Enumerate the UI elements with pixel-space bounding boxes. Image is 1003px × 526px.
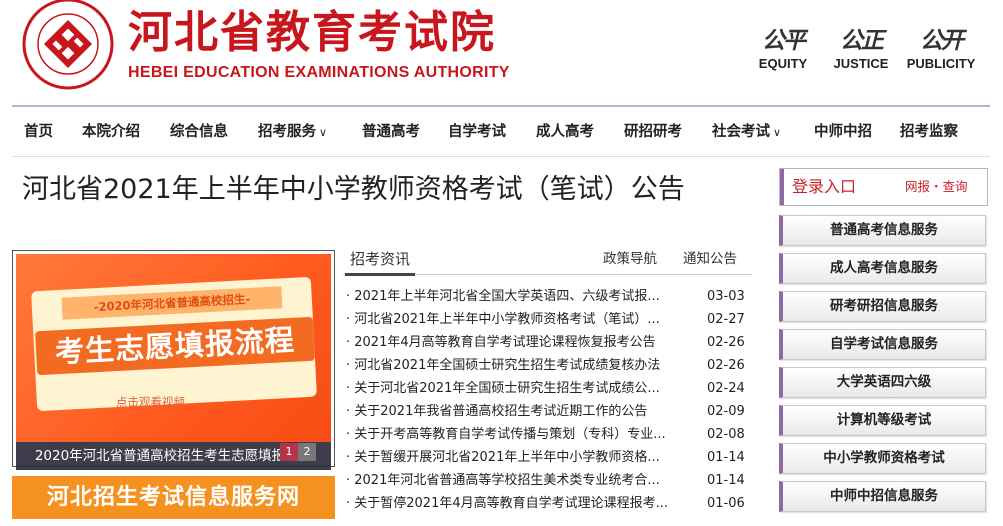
service-button-gaokao[interactable]: 普通高考信息服务 (779, 215, 986, 246)
logo-seal-icon[interactable] (22, 0, 114, 90)
news-date: 02-26 (707, 358, 745, 373)
pager-dot-2[interactable]: 2 (298, 443, 316, 461)
news-date: 02-24 (707, 381, 745, 396)
tab-policy[interactable]: 政策导航 (603, 248, 657, 270)
info-service-banner[interactable]: 河北招生考试信息服务网 (12, 476, 335, 519)
promo-subtitle: 点击观看视频 (116, 395, 185, 409)
nav-item-label: 研招研考 (624, 124, 682, 140)
nav-item-label: 首页 (24, 124, 53, 140)
service-button-graduate[interactable]: 研考研招信息服务 (779, 291, 986, 322)
news-title-link[interactable]: · 2021年4月高等教育自学考试理论课程恢复报考公告 (346, 331, 688, 354)
nav-item-home[interactable]: 首页 (24, 118, 53, 146)
nav-item-label: 招考监察 (900, 124, 958, 140)
news-tabs: 招考资讯 政策导航 通知公告 (343, 245, 752, 275)
nav-item-self-study[interactable]: 自学考试 (448, 118, 506, 146)
service-button-self-study[interactable]: 自学考试信息服务 (779, 329, 986, 360)
news-title-link[interactable]: · 关于暂缓开展河北省2021年上半年中小学教师资格... (346, 446, 688, 469)
service-button-secondary[interactable]: 中师中招信息服务 (779, 481, 986, 512)
tab-notices[interactable]: 通知公告 (683, 248, 737, 270)
nav-item-label: 社会考试 (712, 124, 770, 140)
list-item: · 2021年上半年河北省全国大学英语四、六级考试报... 03-03 (346, 285, 751, 308)
nav-item-general-info[interactable]: 综合信息 (170, 118, 228, 146)
news-title-link[interactable]: · 关于开考高等教育自学考试传播与策划（专科）专业... (346, 423, 688, 446)
service-button-computer[interactable]: 计算机等级考试 (779, 405, 986, 436)
nav-item-social-exams[interactable]: 社会考试 ∨ (712, 118, 781, 147)
site-title: 河北省教育考试院 (128, 7, 496, 58)
news-title-link[interactable]: · 关于暂停2021年4月高等教育自学考试理论课程报考... (346, 492, 688, 515)
news-date: 02-09 (707, 404, 745, 419)
list-item: · 关于暂停2021年4月高等教育自学考试理论课程报考... 01-06 (346, 492, 751, 515)
nav-item-label: 自学考试 (448, 124, 506, 140)
login-links[interactable]: 网报・查询 (905, 177, 968, 197)
service-button-adult[interactable]: 成人高考信息服务 (779, 253, 986, 284)
news-title-link[interactable]: · 河北省2021年上半年中小学教师资格考试（笔试）... (346, 308, 688, 331)
nav-item-label: 普通高考 (362, 124, 420, 140)
news-date: 01-14 (707, 450, 745, 465)
nav-item-label: 综合信息 (170, 124, 228, 140)
list-item: · 关于暂缓开展河北省2021年上半年中小学教师资格... 01-14 (346, 446, 751, 469)
service-button-teacher-cert[interactable]: 中小学教师资格考试 (779, 443, 986, 474)
login-entry[interactable]: 登录入口 网报・查询 (779, 168, 988, 206)
news-title-link[interactable]: · 2021年河北省普通高等学校招生美术类专业统考合... (346, 469, 688, 492)
nav-item-label: 本院介绍 (82, 124, 140, 140)
list-item: · 河北省2021年上半年中小学教师资格考试（笔试）... 02-27 (346, 308, 751, 331)
value-publicity: 公开 PUBLICITY (900, 26, 982, 72)
promo-carousel[interactable]: -2020年河北省普通高校招生- 考生志愿填报流程 点击观看视频 2020年河北… (12, 250, 335, 470)
login-title: 登录入口 (792, 177, 857, 196)
news-date: 02-27 (707, 312, 745, 327)
news-list: · 2021年上半年河北省全国大学英语四、六级考试报... 03-03 · 河北省… (346, 285, 751, 515)
promo-image[interactable]: -2020年河北省普通高校招生- 考生志愿填报流程 点击观看视频 (16, 254, 331, 442)
nav-divider (12, 156, 990, 157)
news-title-link[interactable]: · 河北省2021年全国硕士研究生招生考试成绩复核办法 (346, 354, 688, 377)
news-date: 01-14 (707, 473, 745, 488)
nav-item-label: 成人高考 (536, 124, 594, 140)
chevron-down-icon: ∨ (319, 126, 328, 139)
tab-exam-news[interactable]: 招考资讯 (350, 248, 410, 270)
site-subtitle: HEBEI EDUCATION EXAMINATIONS AUTHORITY (128, 64, 510, 81)
news-date: 03-03 (707, 289, 745, 304)
chevron-down-icon: ∨ (773, 126, 782, 139)
site-header: 河北省教育考试院 HEBEI EDUCATION EXAMINATIONS AU… (0, 0, 1003, 98)
headline-link[interactable]: 河北省2021年上半年中小学教师资格考试（笔试）公告 (22, 170, 685, 210)
header-divider (12, 105, 990, 107)
news-title-link[interactable]: · 关于2021年我省普通高校招生考试近期工作的公告 (346, 400, 688, 423)
nav-item-adult-exam[interactable]: 成人高考 (536, 118, 594, 146)
list-item: · 2021年4月高等教育自学考试理论课程恢复报考公告 02-26 (346, 331, 751, 354)
nav-item-secondary[interactable]: 中师中招 (814, 118, 872, 146)
value-en: EQUITY (758, 56, 808, 71)
carousel-pager: 1 2 (280, 443, 316, 461)
news-date: 02-26 (707, 335, 745, 350)
news-date: 01-06 (707, 496, 745, 511)
value-equity: 公平 EQUITY (742, 26, 824, 72)
nav-item-label: 中师中招 (814, 124, 872, 140)
list-item: · 关于开考高等教育自学考试传播与策划（专科）专业... 02-08 (346, 423, 751, 446)
value-cn: 公正 (840, 28, 884, 54)
service-button-cet[interactable]: 大学英语四六级 (779, 367, 986, 398)
accent-bar (780, 169, 784, 205)
value-en: PUBLICITY (906, 56, 976, 71)
news-title-link[interactable]: · 关于河北省2021年全国硕士研究生招生考试成绩公... (346, 377, 688, 400)
value-justice: 公正 JUSTICE (820, 26, 902, 72)
list-item: · 河北省2021年全国硕士研究生招生考试成绩复核办法 02-26 (346, 354, 751, 377)
pager-dot-1[interactable]: 1 (280, 443, 298, 461)
list-item: · 关于河北省2021年全国硕士研究生招生考试成绩公... 02-24 (346, 377, 751, 400)
value-cn: 公平 (762, 28, 806, 54)
news-date: 02-08 (707, 427, 745, 442)
nav-item-gaokao[interactable]: 普通高考 (362, 118, 420, 146)
nav-item-supervision[interactable]: 招考监察 (900, 118, 958, 146)
list-item: · 2021年河北省普通高等学校招生美术类专业统考合... 01-14 (346, 469, 751, 492)
main-nav: 首页 本院介绍 综合信息 招考服务 ∨ 普通高考 自学考试 成人高考 研招研考 社… (0, 108, 1003, 156)
value-cn: 公开 (920, 28, 964, 54)
nav-item-exam-services[interactable]: 招考服务 ∨ (258, 118, 327, 147)
nav-item-graduate[interactable]: 研招研考 (624, 118, 682, 146)
nav-item-about[interactable]: 本院介绍 (82, 118, 140, 146)
value-en: JUSTICE (833, 56, 889, 71)
list-item: · 关于2021年我省普通高校招生考试近期工作的公告 02-09 (346, 400, 751, 423)
active-tab-indicator (345, 273, 415, 276)
news-title-link[interactable]: · 2021年上半年河北省全国大学英语四、六级考试报... (346, 285, 688, 308)
nav-item-label: 招考服务 (258, 124, 316, 140)
